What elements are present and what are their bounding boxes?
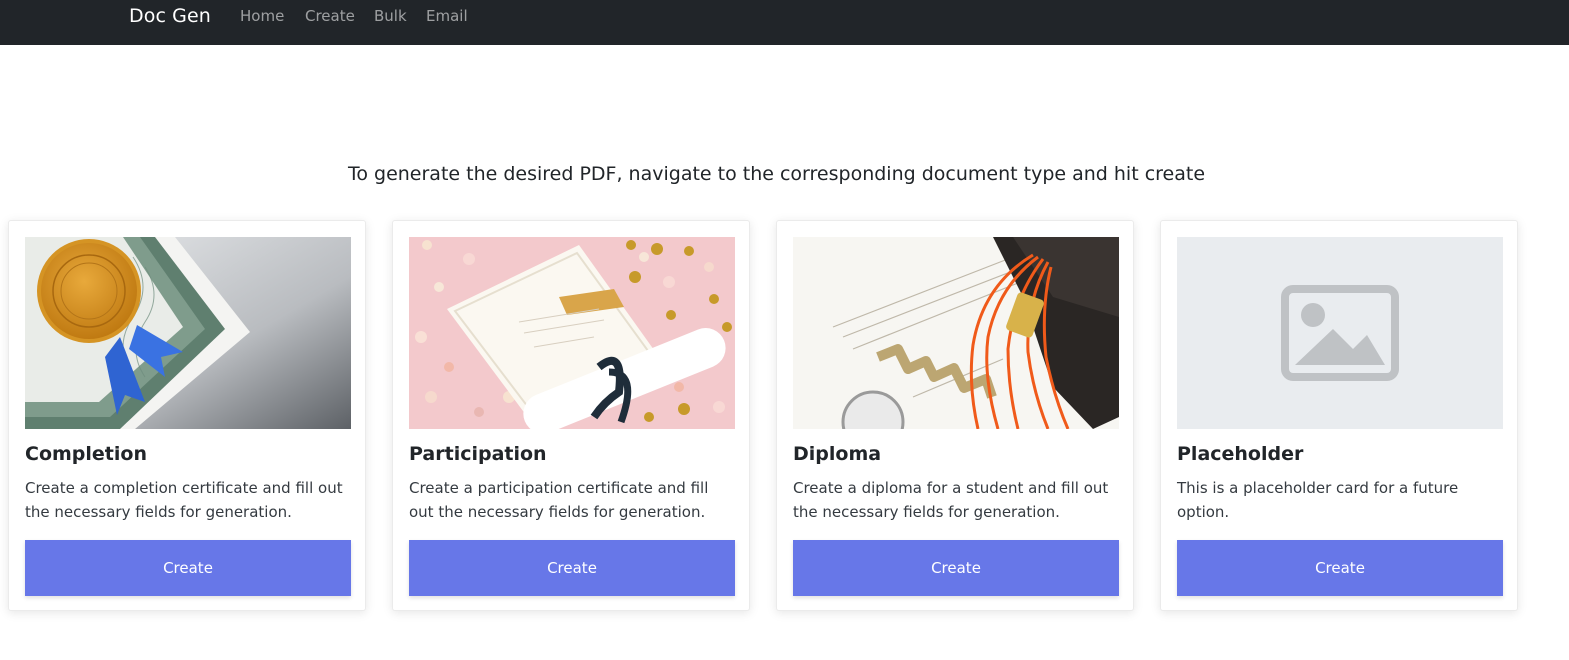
create-completion-button[interactable]: Create	[25, 540, 351, 596]
create-participation-button[interactable]: Create	[409, 540, 735, 596]
nav-link-email[interactable]: Email	[426, 7, 468, 25]
page-headline: To generate the desired PDF, navigate to…	[347, 163, 1206, 185]
navbar: Doc Gen Home Create Bulk Email	[0, 0, 1569, 45]
card-description: This is a placeholder card for a future …	[1177, 479, 1459, 521]
card-description: Create a participation certificate and f…	[409, 479, 709, 521]
certificate-seal-image	[25, 237, 351, 429]
nav-link-bulk[interactable]: Bulk	[374, 7, 407, 25]
create-diploma-button[interactable]: Create	[793, 540, 1119, 596]
card-title: Participation	[409, 443, 547, 465]
card-title: Placeholder	[1177, 443, 1304, 465]
certificate-confetti-image	[409, 237, 735, 429]
card-diploma: Diploma Create a diploma for a student a…	[776, 220, 1134, 611]
brand-link[interactable]: Doc Gen	[129, 5, 211, 27]
diploma-tassel-image	[793, 237, 1119, 429]
card-participation: Participation Create a participation cer…	[392, 220, 750, 611]
nav-link-create[interactable]: Create	[305, 7, 355, 25]
card-description: Create a completion certificate and fill…	[25, 479, 343, 521]
card-title: Diploma	[793, 443, 882, 465]
placeholder-image	[1177, 237, 1503, 429]
card-title: Completion	[25, 443, 147, 465]
card-completion: Completion Create a completion certifica…	[8, 220, 366, 611]
nav-link-home[interactable]: Home	[240, 7, 284, 25]
card-description: Create a diploma for a student and fill …	[793, 479, 1109, 521]
create-placeholder-button[interactable]: Create	[1177, 540, 1503, 596]
card-placeholder: Placeholder This is a placeholder card f…	[1160, 220, 1518, 611]
